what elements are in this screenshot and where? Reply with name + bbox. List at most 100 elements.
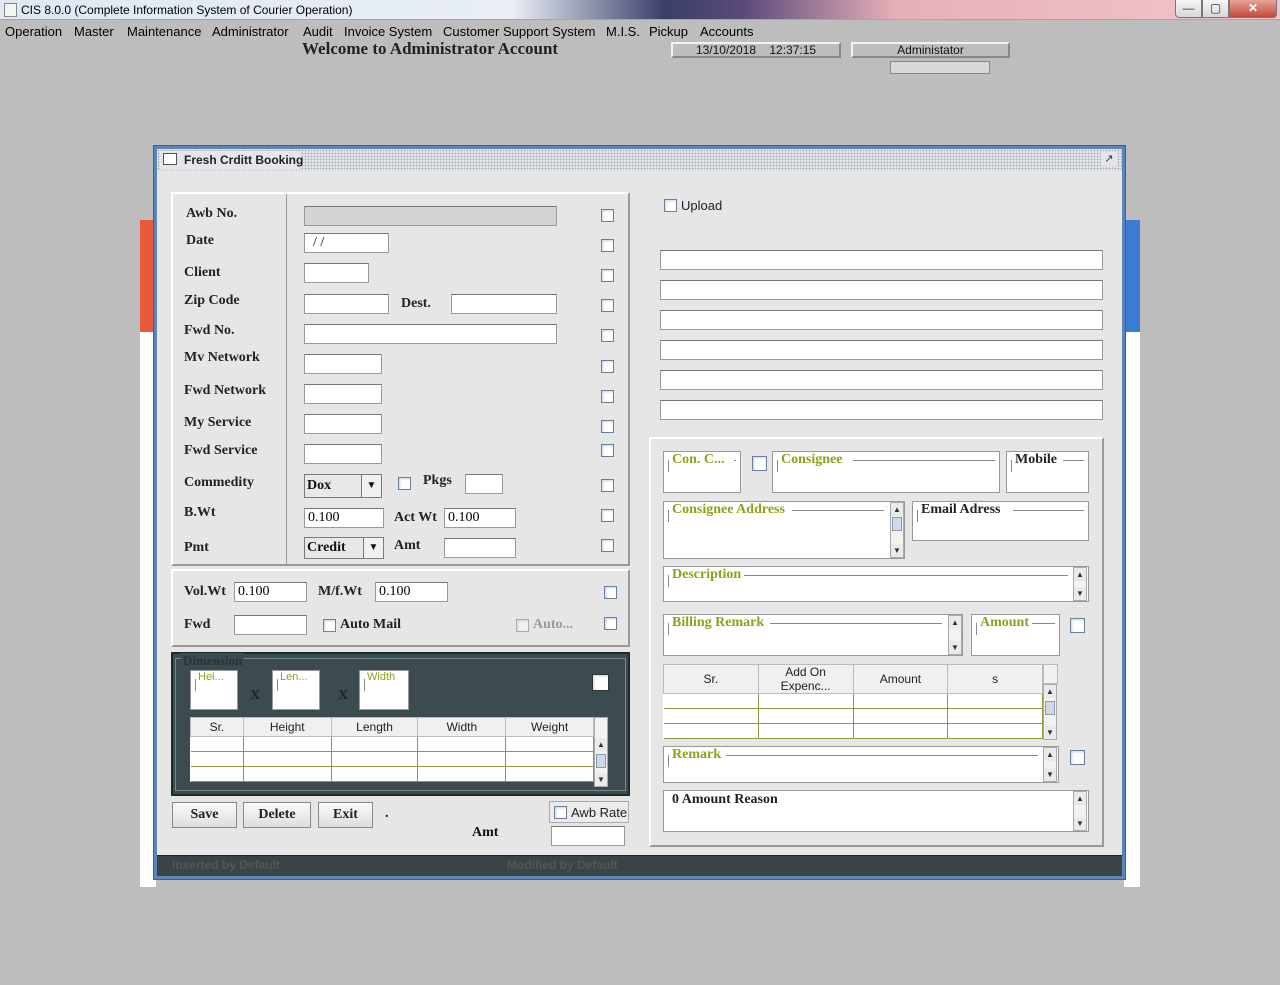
upload-field-4[interactable] [660,340,1103,360]
col-length[interactable]: Length [330,717,419,737]
col-sr[interactable]: Sr. [663,664,759,694]
commodity-select[interactable]: Dox ▼ [304,474,382,498]
consignee-field[interactable]: Consignee [772,451,1000,493]
arrow-up-icon[interactable]: ▲ [1044,685,1056,698]
upload-field-6[interactable] [660,400,1103,420]
col-weight[interactable]: Weight [505,717,594,737]
table-row[interactable] [663,708,1043,724]
vol-wt-checkbox[interactable] [604,586,617,599]
my-service-checkbox[interactable] [601,420,614,433]
dimension-checkbox[interactable] [592,674,609,691]
upload-field-1[interactable] [660,250,1103,270]
zip-code-field[interactable] [304,294,389,314]
awb-checkbox[interactable] [601,209,614,222]
pmt-checkbox[interactable] [601,539,614,552]
my-network-field[interactable] [304,354,382,374]
pmt-select[interactable]: Credit ▼ [304,537,384,559]
my-network-checkbox[interactable] [601,360,614,373]
table-row[interactable] [190,751,594,767]
chevron-down-icon[interactable]: ▼ [363,538,383,558]
con-code-field[interactable]: Con. C... [663,451,741,493]
save-button[interactable]: Save [172,802,237,828]
dimension-scrollbar[interactable]: ▲ ▼ [594,717,608,787]
date-field[interactable]: / / [304,233,389,253]
my-service-field[interactable] [304,414,382,434]
pkgs-checkbox[interactable] [398,477,411,490]
mf-wt-field[interactable]: 0.100 [375,582,448,602]
fwd-network-checkbox[interactable] [601,390,614,403]
zip-checkbox[interactable] [601,299,614,312]
fwd-field[interactable] [234,615,307,635]
menu-invoice-system[interactable]: Invoice System [344,24,432,39]
fwd-no-field[interactable] [304,324,557,344]
fwd-network-field[interactable] [304,384,382,404]
client-checkbox[interactable] [601,269,614,282]
awb-rate-checkbox[interactable] [554,806,567,819]
menu-customer-support-system[interactable]: Customer Support System [443,24,595,39]
arrow-down-icon[interactable]: ▼ [949,641,961,654]
description-scrollbar[interactable]: ▲ ▼ [1073,567,1087,601]
chevron-down-icon[interactable]: ▼ [361,475,381,497]
upload-checkbox[interactable] [664,199,677,212]
menu-accounts[interactable]: Accounts [700,24,753,39]
dimension-table[interactable]: Sr. Height Length Width Weight [190,717,594,782]
table-row[interactable] [663,693,1043,709]
exit-button[interactable]: Exit [318,802,373,828]
arrow-up-icon[interactable]: ▲ [949,616,961,629]
col-width[interactable]: Width [417,717,507,737]
amt-field[interactable] [444,538,516,558]
remark-checkbox[interactable] [1070,750,1085,765]
col-s[interactable]: s [947,664,1043,694]
close-button[interactable]: ✕ [1229,0,1277,18]
length-input[interactable]: Len... [272,670,320,710]
bwt-checkbox[interactable] [601,509,614,522]
restore-icon[interactable]: ↗ [1101,152,1117,166]
auto-mail-checkbox[interactable] [323,619,336,632]
add-on-scrollbar[interactable]: ▲ ▼ [1043,684,1057,740]
arrow-down-icon[interactable]: ▼ [1074,817,1086,830]
remark-scrollbar[interactable]: ▲ ▼ [1043,747,1057,782]
maximize-button[interactable]: ▢ [1202,0,1229,18]
remark-field[interactable]: Remark [663,746,1059,783]
pkgs-field[interactable] [465,474,503,494]
col-amount[interactable]: Amount [852,664,949,694]
email-field[interactable]: Email Adress [912,501,1089,541]
upload-field-3[interactable] [660,310,1103,330]
address-scrollbar[interactable]: ▲ ▼ [890,502,904,558]
arrow-down-icon[interactable]: ▼ [1044,768,1056,781]
awb-field[interactable] [304,206,557,226]
consignee-address-field[interactable]: Consignee Address [663,501,905,559]
delete-button[interactable]: Delete [243,802,311,828]
menu-administrator[interactable]: Administrator [212,24,289,39]
add-on-expense-table[interactable]: Sr. Add On Expenc... Amount s [663,664,1043,739]
billing-remark-scrollbar[interactable]: ▲ ▼ [948,615,962,655]
bwt-field[interactable]: 0.100 [304,508,384,528]
arrow-down-icon[interactable]: ▼ [1074,587,1086,600]
col-add-on-expense[interactable]: Add On Expenc... [757,664,854,694]
arrow-up-icon[interactable]: ▲ [1074,792,1086,805]
amount-checkbox[interactable] [1070,618,1085,633]
billing-remark-field[interactable]: Billing Remark [663,614,963,656]
fwd-service-checkbox[interactable] [601,444,614,457]
date-checkbox[interactable] [601,239,614,252]
arrow-up-icon[interactable]: ▲ [891,503,903,516]
minimize-button[interactable]: — [1175,0,1202,18]
fwd-service-field[interactable] [304,444,382,464]
mobile-field[interactable]: Mobile [1006,451,1089,493]
width-input[interactable]: Width [359,670,409,710]
menu-audit[interactable]: Audit [303,24,333,39]
commodity-checkbox[interactable] [601,479,614,492]
arrow-down-icon[interactable]: ▼ [1044,726,1056,739]
zero-amount-reason-field[interactable]: 0 Amount Reason [663,790,1089,832]
arrow-down-icon[interactable]: ▼ [891,544,903,557]
table-row[interactable] [663,723,1043,739]
amt-bottom-field[interactable] [551,826,625,846]
client-field[interactable] [304,263,369,283]
reason-scrollbar[interactable]: ▲ ▼ [1073,791,1087,831]
fwd-no-checkbox[interactable] [601,329,614,342]
col-sr[interactable]: Sr. [190,717,244,737]
arrow-up-icon[interactable]: ▲ [595,738,607,751]
menu-operation[interactable]: Operation [5,24,62,39]
menu-pickup[interactable]: Pickup [649,24,688,39]
arrow-up-icon[interactable]: ▲ [1074,568,1086,581]
